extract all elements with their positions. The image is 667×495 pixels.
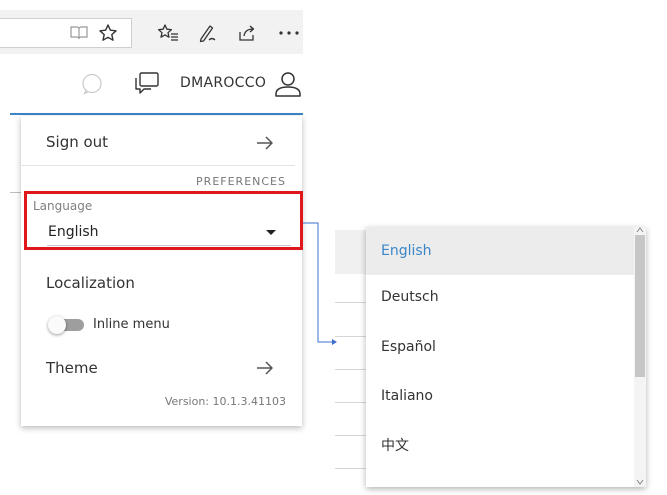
share-icon[interactable] — [236, 22, 258, 44]
more-options-icon[interactable] — [278, 22, 300, 44]
background-row-line — [335, 302, 367, 303]
version-text: Version: 10.1.3.41103 — [164, 395, 286, 408]
background-row-line — [335, 336, 367, 337]
preferences-header: PREFERENCES — [196, 175, 286, 188]
language-value[interactable]: English — [48, 224, 99, 240]
scroll-down-icon[interactable] — [636, 479, 644, 485]
reading-view-icon[interactable] — [68, 22, 90, 44]
background-row-line — [335, 435, 367, 436]
user-avatar-icon[interactable] — [274, 70, 302, 98]
theme-arrow-icon[interactable] — [255, 358, 275, 378]
theme-label[interactable]: Theme — [46, 359, 98, 377]
comments-icon[interactable] — [134, 70, 160, 96]
favorites-list-icon[interactable] — [157, 22, 179, 44]
language-dropdown-list: English Deutsch Español Italiano 中文 — [366, 227, 646, 487]
address-bar[interactable] — [0, 18, 132, 48]
inline-menu-toggle[interactable] — [48, 316, 84, 334]
dropdown-scrollbar[interactable] — [634, 227, 646, 487]
language-label: Language — [33, 199, 93, 213]
language-select[interactable]: Language English — [24, 191, 303, 250]
language-option-espanol[interactable]: Español — [366, 323, 634, 371]
language-option-english[interactable]: English — [366, 227, 634, 275]
scroll-thumb[interactable] — [635, 235, 645, 377]
pen-notes-icon[interactable] — [196, 22, 218, 44]
language-option-deutsch[interactable]: Deutsch — [366, 273, 634, 321]
toggle-knob — [48, 316, 66, 334]
menu-divider — [21, 165, 295, 166]
language-option-chinese[interactable]: 中文 — [366, 422, 634, 470]
localization-label[interactable]: Localization — [46, 274, 135, 292]
background-row-line — [335, 369, 367, 370]
sign-out-label[interactable]: Sign out — [46, 133, 108, 151]
sign-out-arrow-icon[interactable] — [255, 133, 275, 153]
chevron-down-icon[interactable] — [266, 230, 276, 235]
header-accent-line — [10, 113, 303, 115]
browser-toolbar — [0, 10, 303, 54]
username-label[interactable]: DMAROCCO — [180, 75, 266, 91]
select-underline — [47, 245, 291, 246]
inline-menu-label: Inline menu — [93, 317, 170, 332]
language-option-italiano[interactable]: Italiano — [366, 372, 634, 420]
background-row-line — [335, 402, 367, 403]
favorite-star-icon[interactable] — [97, 22, 119, 44]
chat-status-icon[interactable] — [81, 73, 103, 95]
scroll-up-icon[interactable] — [636, 227, 644, 233]
background-row-line — [335, 468, 367, 469]
user-menu-panel: Sign out PREFERENCES Localization Inline… — [21, 116, 302, 426]
background-table-header — [335, 230, 367, 274]
